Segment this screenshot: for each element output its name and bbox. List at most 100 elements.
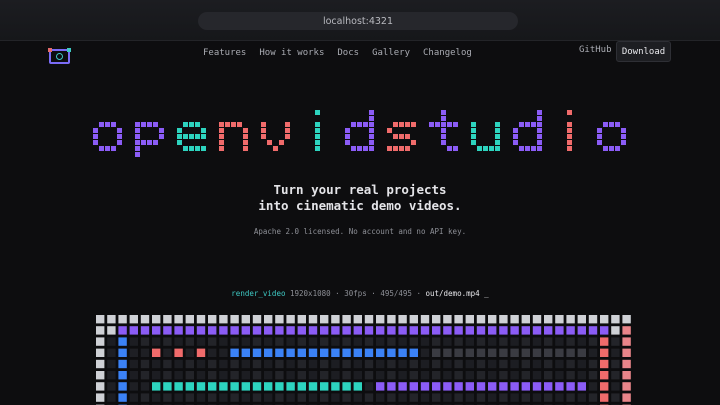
frame-pixel	[297, 315, 306, 324]
frame-pixel	[118, 315, 127, 324]
preview-pixel	[208, 359, 217, 369]
preview-pixel	[129, 371, 138, 380]
pixel-preview-canvas	[96, 315, 631, 405]
frame-pixel	[152, 315, 161, 324]
preview-pixel	[331, 382, 340, 391]
preview-pixel	[140, 348, 150, 357]
preview-pixel	[185, 371, 194, 380]
preview-pixel	[174, 382, 183, 391]
preview-pixel	[566, 371, 575, 380]
preview-pixel	[241, 393, 250, 402]
preview-pixel	[140, 359, 150, 369]
preview-pixel	[476, 348, 486, 357]
preview-pixel	[140, 393, 150, 402]
frame-pixel	[622, 337, 631, 346]
frame-pixel	[96, 326, 105, 335]
preview-pixel	[353, 326, 362, 335]
preview-pixel	[454, 382, 463, 391]
preview-pixel	[230, 382, 239, 391]
preview-pixel	[185, 359, 194, 369]
preview-pixel	[219, 382, 228, 391]
preview-pixel	[577, 326, 586, 335]
preview-pixel	[118, 371, 127, 380]
preview-pixel	[230, 337, 239, 346]
preview-pixel	[353, 371, 362, 380]
frame-pixel	[96, 337, 105, 346]
preview-pixel	[544, 337, 553, 346]
preview-pixel	[611, 337, 620, 346]
frame-pixel	[432, 315, 441, 324]
frame-pixel	[185, 315, 194, 324]
preview-pixel	[320, 326, 329, 335]
preview-pixel	[241, 348, 250, 357]
preview-pixel	[510, 359, 519, 369]
preview-pixel	[555, 371, 564, 380]
preview-pixel	[331, 326, 340, 335]
preview-pixel	[420, 326, 430, 335]
preview-pixel	[219, 326, 228, 335]
preview-pixel	[376, 371, 385, 380]
preview-pixel	[129, 348, 138, 357]
preview-pixel	[140, 326, 150, 335]
preview-pixel	[611, 348, 620, 357]
preview-pixel	[129, 359, 138, 369]
preview-pixel	[118, 326, 127, 335]
preview-pixel	[376, 326, 385, 335]
preview-pixel	[342, 326, 351, 335]
preview-pixel	[252, 371, 262, 380]
frame-pixel	[454, 315, 463, 324]
preview-pixel	[286, 348, 295, 357]
frame-pixel	[566, 315, 575, 324]
preview-pixel	[465, 393, 474, 402]
frame-pixel	[331, 315, 340, 324]
preview-pixel	[286, 382, 295, 391]
preview-pixel	[398, 359, 407, 369]
preview-pixel	[387, 348, 396, 357]
preview-pixel	[499, 348, 508, 357]
preview-pixel	[409, 337, 418, 346]
preview-pixel	[230, 371, 239, 380]
preview-pixel	[230, 326, 239, 335]
preview-pixel	[264, 359, 273, 369]
frame-pixel	[308, 315, 318, 324]
frame-pixel	[387, 315, 396, 324]
frame-pixel	[622, 382, 631, 391]
preview-pixel	[488, 326, 497, 335]
preview-pixel	[432, 371, 441, 380]
preview-pixel	[353, 337, 362, 346]
preview-pixel	[320, 359, 329, 369]
preview-pixel	[129, 382, 138, 391]
preview-pixel	[140, 371, 150, 380]
preview-pixel	[600, 359, 609, 369]
preview-pixel	[174, 348, 183, 357]
preview-pixel	[252, 337, 262, 346]
preview-pixel	[275, 326, 284, 335]
preview-pixel	[230, 348, 239, 357]
preview-pixel	[219, 348, 228, 357]
preview-pixel	[376, 359, 385, 369]
preview-pixel	[510, 371, 519, 380]
preview-pixel	[454, 393, 463, 402]
preview-pixel	[230, 393, 239, 402]
preview-pixel	[398, 326, 407, 335]
frame-pixel	[174, 315, 183, 324]
frame-pixel	[230, 315, 239, 324]
preview-pixel	[252, 326, 262, 335]
preview-pixel	[107, 359, 116, 369]
preview-pixel	[208, 393, 217, 402]
preview-pixel	[555, 359, 564, 369]
preview-pixel	[174, 326, 183, 335]
preview-pixel	[409, 393, 418, 402]
frame-pixel	[107, 315, 116, 324]
preview-pixel	[532, 326, 542, 335]
preview-pixel	[196, 359, 206, 369]
preview-pixel	[532, 382, 542, 391]
preview-pixel	[521, 337, 530, 346]
preview-pixel	[577, 371, 586, 380]
preview-pixel	[219, 337, 228, 346]
preview-pixel	[420, 382, 430, 391]
preview-pixel	[286, 393, 295, 402]
preview-pixel	[342, 348, 351, 357]
preview-pixel	[252, 359, 262, 369]
preview-pixel	[521, 393, 530, 402]
